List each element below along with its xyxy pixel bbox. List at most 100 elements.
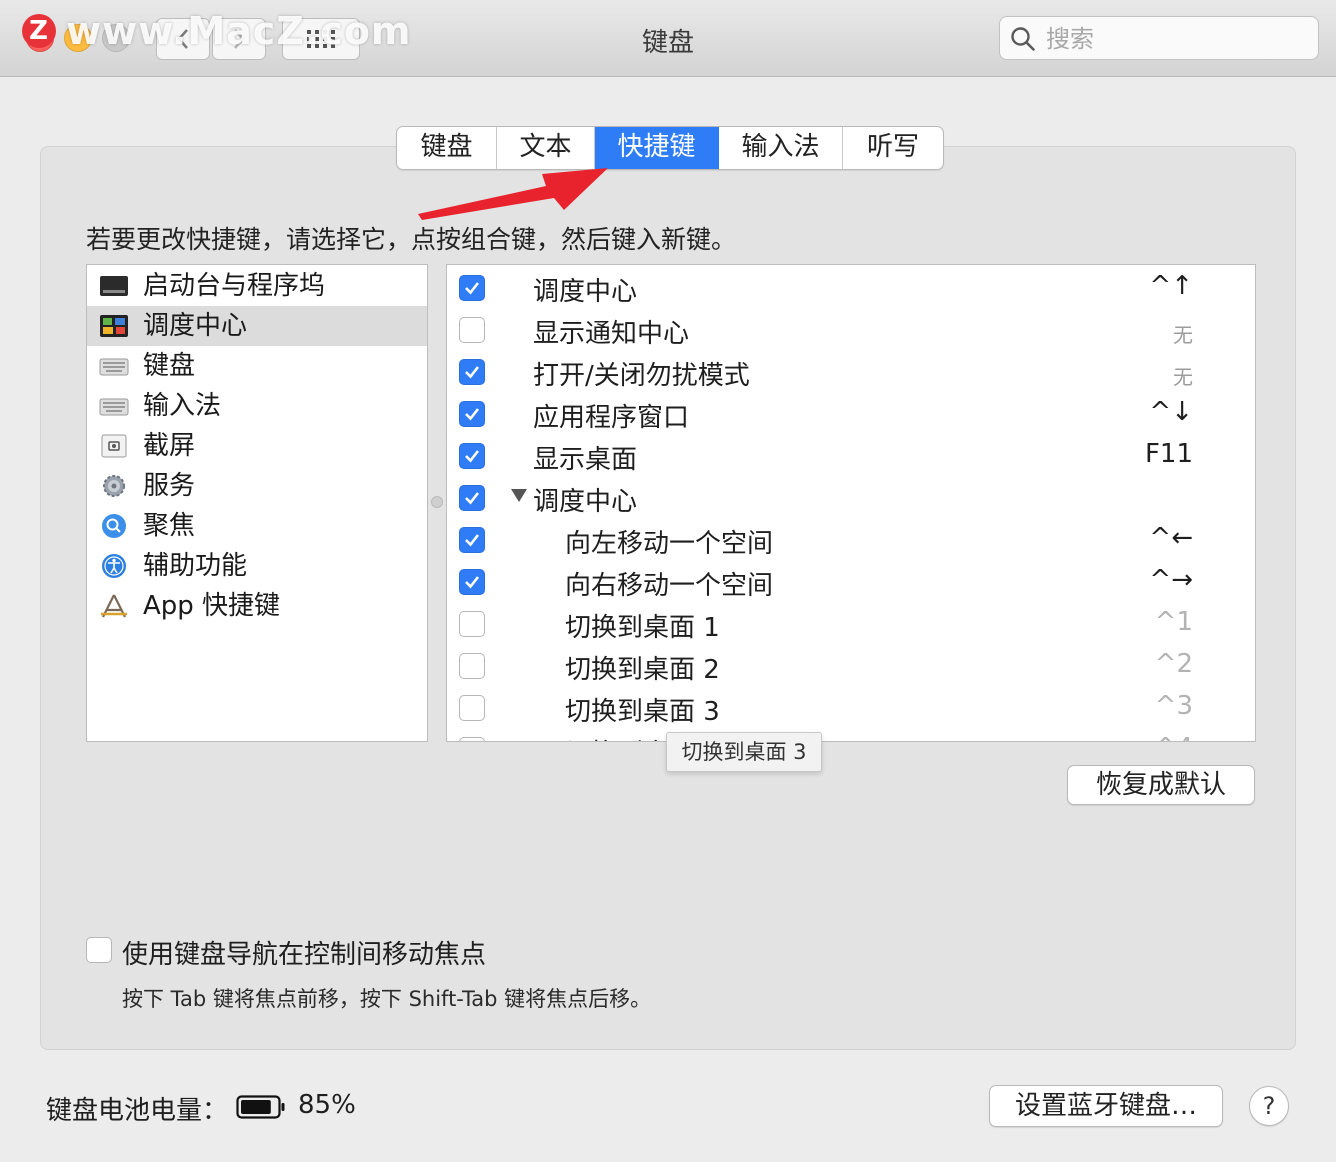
shortcut-group-mission-control[interactable]: 调度中心 xyxy=(447,477,1255,519)
category-item-launchpad-dock[interactable]: 启动台与程序坞 xyxy=(87,266,427,306)
shortcut-key[interactable]: ^3 xyxy=(1155,691,1193,721)
shortcut-row-desktop-3[interactable]: 切换到桌面 3 ^3 xyxy=(447,687,1255,729)
shortcut-row-application-windows[interactable]: 应用程序窗口 ^↓ xyxy=(447,393,1255,435)
keyboard-navigation-label[interactable]: 使用键盘导航在控制间移动焦点 xyxy=(122,934,486,971)
category-item-spotlight[interactable]: 聚焦 xyxy=(87,506,427,546)
shortcut-checkbox[interactable] xyxy=(459,653,485,679)
shortcut-checkbox[interactable] xyxy=(459,359,485,385)
shortcut-list[interactable]: 调度中心 ^↑ 显示通知中心 无 打开/关闭勿扰模式 无 应用程序窗口 ^↓ 显… xyxy=(446,264,1256,742)
tab-input-sources[interactable]: 输入法 xyxy=(719,127,843,169)
shortcut-checkbox[interactable] xyxy=(459,527,485,553)
category-label: 键盘 xyxy=(143,351,196,381)
shortcut-row-desktop-4[interactable]: 切换到桌面 4 ^4 xyxy=(447,729,1255,741)
setup-bluetooth-keyboard-button[interactable]: 设置蓝牙键盘… xyxy=(989,1085,1223,1127)
shortcut-checkbox[interactable] xyxy=(459,611,485,637)
split-view-handle[interactable] xyxy=(431,496,443,508)
restore-defaults-button[interactable]: 恢复成默认 xyxy=(1067,765,1255,805)
shortcut-checkbox[interactable] xyxy=(459,485,485,511)
shortcut-key[interactable]: ^← xyxy=(1149,523,1193,553)
shortcut-label: 切换到桌面 1 xyxy=(565,613,720,643)
category-label: 启动台与程序坞 xyxy=(143,271,326,301)
search-input[interactable] xyxy=(1044,17,1308,61)
category-item-services[interactable]: 服务 xyxy=(87,466,427,506)
category-label: 辅助功能 xyxy=(143,551,248,581)
app-store-icon xyxy=(101,594,127,618)
search-field[interactable] xyxy=(999,16,1319,61)
battery-label: 键盘电池电量： xyxy=(46,1096,229,1126)
shortcut-key[interactable]: 无 xyxy=(1173,319,1193,348)
shortcut-label: 调度中心 xyxy=(533,277,638,307)
shortcut-label: 打开/关闭勿扰模式 xyxy=(533,361,750,391)
spotlight-icon xyxy=(102,514,126,538)
category-label: 调度中心 xyxy=(143,311,248,341)
shortcut-checkbox[interactable] xyxy=(459,401,485,427)
battery-icon xyxy=(236,1095,285,1119)
tab-dictation[interactable]: 听写 xyxy=(843,127,943,169)
category-list[interactable]: 启动台与程序坞 调度中心 键盘 输入法 截屏 服务 聚焦 辅助功能 App 快捷… xyxy=(86,264,428,742)
category-item-keyboard[interactable]: 键盘 xyxy=(87,346,427,386)
shortcut-key[interactable]: ^2 xyxy=(1155,649,1193,679)
shortcut-label: 向右移动一个空间 xyxy=(565,571,774,601)
battery-value: 85% xyxy=(298,1090,356,1120)
search-icon xyxy=(1011,27,1035,51)
shortcut-label: 向左移动一个空间 xyxy=(565,529,774,559)
category-label: 服务 xyxy=(143,471,196,501)
shortcut-key[interactable]: 无 xyxy=(1173,361,1193,390)
shortcut-key[interactable]: F11 xyxy=(1145,439,1193,469)
input-source-icon xyxy=(99,398,129,416)
category-item-mission-control[interactable]: 调度中心 xyxy=(87,306,427,346)
shortcut-checkbox[interactable] xyxy=(459,737,485,741)
shortcut-row-mission-control[interactable]: 调度中心 ^↑ xyxy=(447,267,1255,309)
shortcut-label: 显示桌面 xyxy=(533,445,638,475)
shortcut-row-move-left-space[interactable]: 向左移动一个空间 ^← xyxy=(447,519,1255,561)
checkmark-icon xyxy=(465,408,480,421)
category-item-app-shortcuts[interactable]: App 快捷键 xyxy=(87,586,427,626)
shortcut-key[interactable]: ^1 xyxy=(1155,607,1193,637)
category-item-input-sources[interactable]: 输入法 xyxy=(87,386,427,426)
help-button[interactable]: ? xyxy=(1249,1086,1289,1126)
checkmark-icon xyxy=(465,366,480,379)
screenshot-icon xyxy=(101,434,127,458)
titlebar: Z www.MacZ.com 键盘 xyxy=(0,0,1336,77)
checkmark-icon xyxy=(465,576,480,589)
category-item-accessibility[interactable]: 辅助功能 xyxy=(87,546,427,586)
mission-control-icon xyxy=(100,315,128,337)
shortcut-key[interactable]: ^→ xyxy=(1149,565,1193,595)
shortcut-row-show-desktop[interactable]: 显示桌面 F11 xyxy=(447,435,1255,477)
shortcut-checkbox[interactable] xyxy=(459,317,485,343)
shortcut-checkbox[interactable] xyxy=(459,695,485,721)
shortcut-label: 应用程序窗口 xyxy=(533,403,690,433)
shortcut-key[interactable]: ^↑ xyxy=(1149,271,1193,301)
keyboard-navigation-checkbox[interactable] xyxy=(86,937,112,963)
shortcut-row-notification-center[interactable]: 显示通知中心 无 xyxy=(447,309,1255,351)
launchpad-dock-icon xyxy=(100,276,128,296)
keyboard-icon xyxy=(99,358,129,376)
checkmark-icon xyxy=(465,492,480,505)
shortcut-label: 切换到桌面 2 xyxy=(565,655,720,685)
shortcut-checkbox[interactable] xyxy=(459,569,485,595)
disclosure-triangle-icon[interactable] xyxy=(511,489,527,502)
keyboard-navigation-help: 按下 Tab 键将焦点前移，按下 Shift-Tab 键将焦点后移。 xyxy=(122,987,652,1011)
red-arrow-annotation xyxy=(418,168,608,220)
category-item-screenshots[interactable]: 截屏 xyxy=(87,426,427,466)
shortcut-label: 切换到桌面 3 xyxy=(565,697,720,727)
tooltip: 切换到桌面 3 xyxy=(666,732,822,772)
shortcut-row-do-not-disturb[interactable]: 打开/关闭勿扰模式 无 xyxy=(447,351,1255,393)
shortcut-label: 显示通知中心 xyxy=(533,319,690,349)
accessibility-icon xyxy=(102,554,126,578)
shortcut-label: 调度中心 xyxy=(533,487,638,517)
checkmark-icon xyxy=(465,450,480,463)
shortcut-row-desktop-2[interactable]: 切换到桌面 2 ^2 xyxy=(447,645,1255,687)
category-label: 截屏 xyxy=(143,431,196,461)
shortcut-checkbox[interactable] xyxy=(459,275,485,301)
category-label: App 快捷键 xyxy=(143,591,281,621)
shortcut-key[interactable]: ^4 xyxy=(1155,733,1193,741)
gear-icon xyxy=(103,475,125,497)
shortcut-row-desktop-1[interactable]: 切换到桌面 1 ^1 xyxy=(447,603,1255,645)
shortcut-row-move-right-space[interactable]: 向右移动一个空间 ^→ xyxy=(447,561,1255,603)
shortcut-key[interactable]: ^↓ xyxy=(1149,397,1193,427)
checkmark-icon xyxy=(465,534,480,547)
category-label: 输入法 xyxy=(143,391,222,421)
shortcut-checkbox[interactable] xyxy=(459,443,485,469)
category-label: 聚焦 xyxy=(143,511,196,541)
